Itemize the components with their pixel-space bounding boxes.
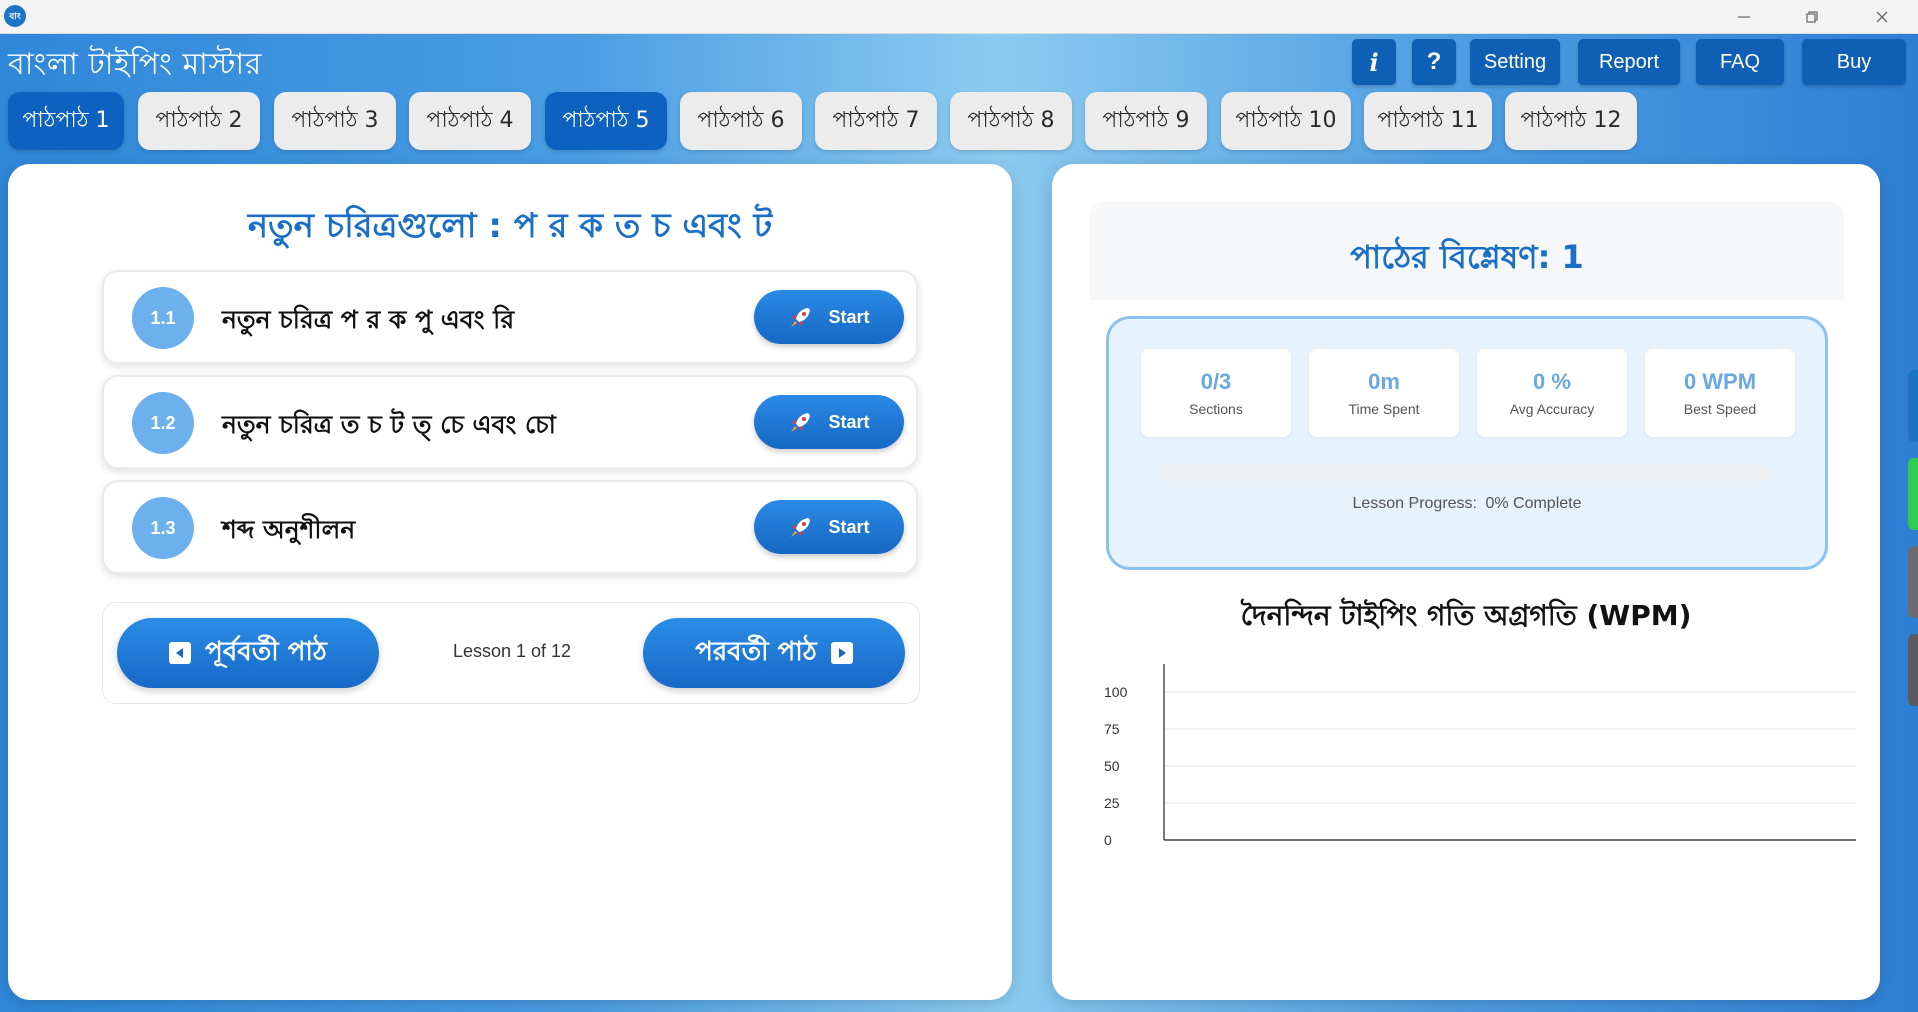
stat-value: 0 %	[1533, 369, 1571, 394]
section-title: নতুন চরিত্র প র ক পু এবং রি	[222, 305, 515, 334]
next-lesson-button[interactable]: পরবর্তী পাঠ	[643, 618, 905, 688]
section-number-badge: 1.3	[132, 497, 194, 559]
progress-value: 0% Complete	[1485, 495, 1582, 512]
lesson-panel: নতুন চরিত্রগুলো : প র ক ত চ এবং ট 1.1 নত…	[8, 164, 1012, 1000]
minimize-icon[interactable]	[1714, 0, 1774, 34]
y-tick-label: 75	[1104, 721, 1120, 737]
lesson-counter: Lesson 1 of 12	[452, 641, 572, 661]
analysis-panel: পাঠের বিশ্লেষণ: 1 0/3 Sections 0m Time S…	[1052, 164, 1880, 1000]
section-title: নতুন চরিত্র ত চ ট ত্ চে এবং চো	[222, 410, 556, 439]
help-button[interactable]: ?	[1412, 39, 1456, 85]
y-tick-label: 25	[1104, 795, 1120, 811]
y-tick-label: 50	[1104, 758, 1120, 774]
tab-lesson-10[interactable]: পাঠপাঠ 10	[1221, 92, 1351, 150]
tab-lesson-6[interactable]: পাঠপাঠ 6	[680, 92, 802, 150]
close-icon[interactable]	[1852, 0, 1912, 34]
arrow-left-icon	[169, 642, 192, 664]
tab-lesson-12[interactable]: পাঠপাঠ 12	[1505, 92, 1637, 150]
app-logo-icon: বাং	[4, 5, 26, 27]
next-lesson-label: পরবর্তী পাঠ	[695, 637, 817, 667]
rocket-icon	[791, 518, 811, 537]
section-number-badge: 1.2	[132, 392, 194, 454]
stat-label: Avg Accuracy	[1509, 401, 1595, 417]
previous-lesson-button[interactable]: পূর্ববর্তী পাঠ	[117, 618, 379, 688]
section-title: শব্দ অনুশীলন	[222, 515, 356, 544]
wpm-chart: 100 75 50 25 0	[1104, 664, 1856, 848]
edge-control-gray[interactable]	[1908, 546, 1918, 618]
edge-control-blue[interactable]	[1908, 370, 1918, 442]
lesson-navigation: পূর্ববর্তী পাঠ Lesson 1 of 12 পরবর্তী পা…	[102, 602, 920, 704]
tab-lesson-9[interactable]: পাঠপাঠ 9	[1085, 92, 1207, 150]
edge-control-green[interactable]	[1908, 458, 1918, 530]
section-card: 1.2 নতুন চরিত্র ত চ ট ত্ চে এবং চো Start	[102, 375, 918, 469]
stat-label: Time Spent	[1348, 401, 1420, 417]
start-button-label: Start	[828, 306, 870, 327]
y-tick-label: 0	[1104, 832, 1112, 848]
edge-control-dark[interactable]	[1908, 634, 1918, 706]
progress-label: Lesson Progress:	[1352, 495, 1477, 512]
stats-box: 0/3 Sections 0m Time Spent 0 % Avg Accur…	[1106, 316, 1828, 570]
lesson-heading: নতুন চরিত্রগুলো : প র ক ত চ এবং ট	[247, 206, 773, 246]
tab-lesson-3[interactable]: পাঠপাঠ 3	[274, 92, 396, 150]
analysis-title: পাঠের বিশ্লেষণ: 1	[1350, 238, 1584, 276]
section-card: 1.3 শব্দ অনুশীলন Start	[102, 480, 918, 574]
app-title: বাংলা টাইপিং মাস্টার	[8, 47, 262, 82]
rocket-icon	[791, 413, 811, 432]
lesson-progress-bar	[1161, 465, 1773, 481]
stat-sections: 0/3 Sections	[1141, 349, 1291, 437]
stat-best-speed: 0 WPM Best Speed	[1645, 349, 1795, 437]
start-button-label: Start	[828, 516, 870, 537]
lesson-progress-text: Lesson Progress: 0% Complete	[1109, 495, 1825, 513]
stat-value: 0m	[1368, 369, 1400, 394]
stat-label: Best Speed	[1683, 401, 1757, 417]
analysis-header: পাঠের বিশ্লেষণ: 1	[1090, 202, 1844, 300]
chart-title: দৈনন্দিন টাইপিং গতি অগ্রগতি (WPM)	[1240, 599, 1692, 632]
tab-lesson-5[interactable]: পাঠপাঠ 5	[545, 92, 667, 150]
arrow-right-icon	[830, 642, 853, 664]
info-button[interactable]: i	[1352, 39, 1396, 85]
tab-lesson-2[interactable]: পাঠপাঠ 2	[138, 92, 260, 150]
rocket-icon	[791, 308, 811, 327]
start-button[interactable]: Start	[754, 500, 904, 554]
previous-lesson-label: পূর্ববর্তী পাঠ	[205, 637, 327, 667]
faq-button[interactable]: FAQ	[1696, 39, 1784, 85]
stat-value: 0/3	[1200, 369, 1232, 394]
y-tick-label: 100	[1104, 684, 1128, 700]
section-number-badge: 1.1	[132, 287, 194, 349]
restore-icon[interactable]	[1782, 0, 1842, 34]
stat-avg-accuracy: 0 % Avg Accuracy	[1477, 349, 1627, 437]
stat-label: Sections	[1189, 401, 1243, 417]
report-button[interactable]: Report	[1578, 39, 1680, 85]
tab-lesson-11[interactable]: পাঠপাঠ 11	[1364, 92, 1492, 150]
tab-lesson-4[interactable]: পাঠপাঠ 4	[409, 92, 531, 150]
buy-button[interactable]: Buy	[1802, 39, 1906, 85]
setting-button[interactable]: Setting	[1470, 39, 1560, 85]
tab-lesson-7[interactable]: পাঠপাঠ 7	[815, 92, 937, 150]
start-button[interactable]: Start	[754, 395, 904, 449]
tab-lesson-1[interactable]: পাঠপাঠ 1	[8, 92, 124, 150]
start-button[interactable]: Start	[754, 290, 904, 344]
start-button-label: Start	[828, 411, 870, 432]
tab-lesson-8[interactable]: পাঠপাঠ 8	[950, 92, 1072, 150]
section-card: 1.1 নতুন চরিত্র প র ক পু এবং রি Start	[102, 270, 918, 364]
window-titlebar: বাং	[0, 0, 1918, 34]
stat-time-spent: 0m Time Spent	[1309, 349, 1459, 437]
stat-value: 0 WPM	[1683, 369, 1757, 394]
